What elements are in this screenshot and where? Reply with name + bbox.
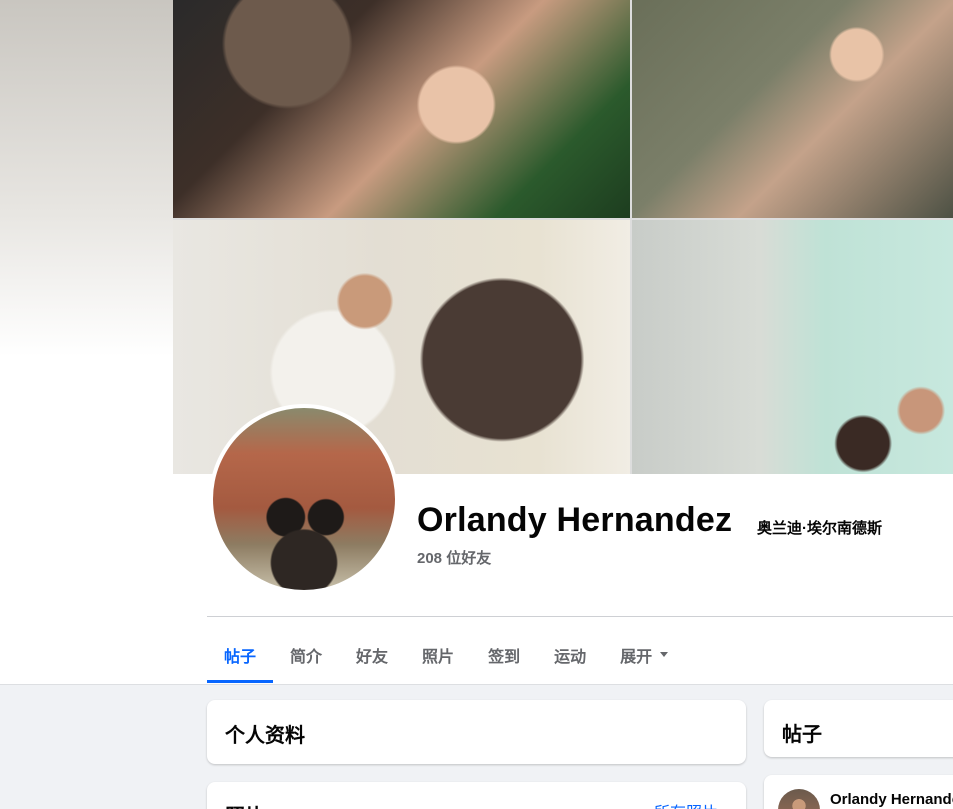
profile-tabs: 帖子 简介 好友 照片 签到 运动 展开 (207, 626, 685, 683)
post-author-name[interactable]: Orlandy Hernandez (830, 791, 953, 808)
profile-avatar[interactable] (209, 404, 399, 594)
post-author-avatar[interactable] (778, 789, 820, 809)
caret-down-icon (660, 652, 669, 657)
cover-photo-tile[interactable] (632, 220, 953, 474)
intro-card-title: 个人资料 (225, 725, 305, 747)
intro-card: 个人资料 (207, 700, 746, 764)
post-item-card: Orlandy Hernandez (764, 775, 953, 809)
tab-label: 照片 (422, 648, 455, 666)
tab-label: 简介 (290, 648, 323, 666)
tab-checkins[interactable]: 签到 (471, 626, 537, 683)
photos-card: 照片 所有照片 (207, 782, 746, 809)
tab-posts[interactable]: 帖子 (207, 626, 274, 683)
tab-friends[interactable]: 好友 (339, 626, 405, 683)
friend-count-link[interactable]: 208 位好友 (417, 547, 491, 568)
profile-picture (213, 408, 395, 590)
photos-card-title: 照片 (225, 800, 265, 809)
divider (207, 616, 953, 617)
left-background-fade (0, 0, 173, 475)
tab-label: 展开 (620, 648, 653, 666)
profile-alternate-name: 奥兰迪·埃尔南德斯 (757, 520, 882, 537)
posts-card-title: 帖子 (782, 724, 822, 746)
cover-photo-tile[interactable] (632, 0, 953, 218)
profile-name: Orlandy Hernandez (417, 501, 733, 539)
all-photos-link[interactable]: 所有照片 (654, 799, 718, 809)
tab-more[interactable]: 展开 (603, 626, 685, 683)
tab-about[interactable]: 简介 (273, 626, 339, 683)
tab-sports[interactable]: 运动 (537, 626, 603, 683)
tab-photos[interactable]: 照片 (405, 626, 471, 683)
tab-label: 帖子 (224, 648, 257, 666)
cover-photo-tile[interactable] (173, 0, 630, 218)
tab-label: 好友 (356, 648, 389, 666)
cover-photo-collage[interactable] (173, 0, 953, 474)
posts-card: 帖子 (764, 700, 953, 757)
tab-label: 运动 (554, 648, 587, 666)
tab-label: 签到 (488, 648, 521, 666)
